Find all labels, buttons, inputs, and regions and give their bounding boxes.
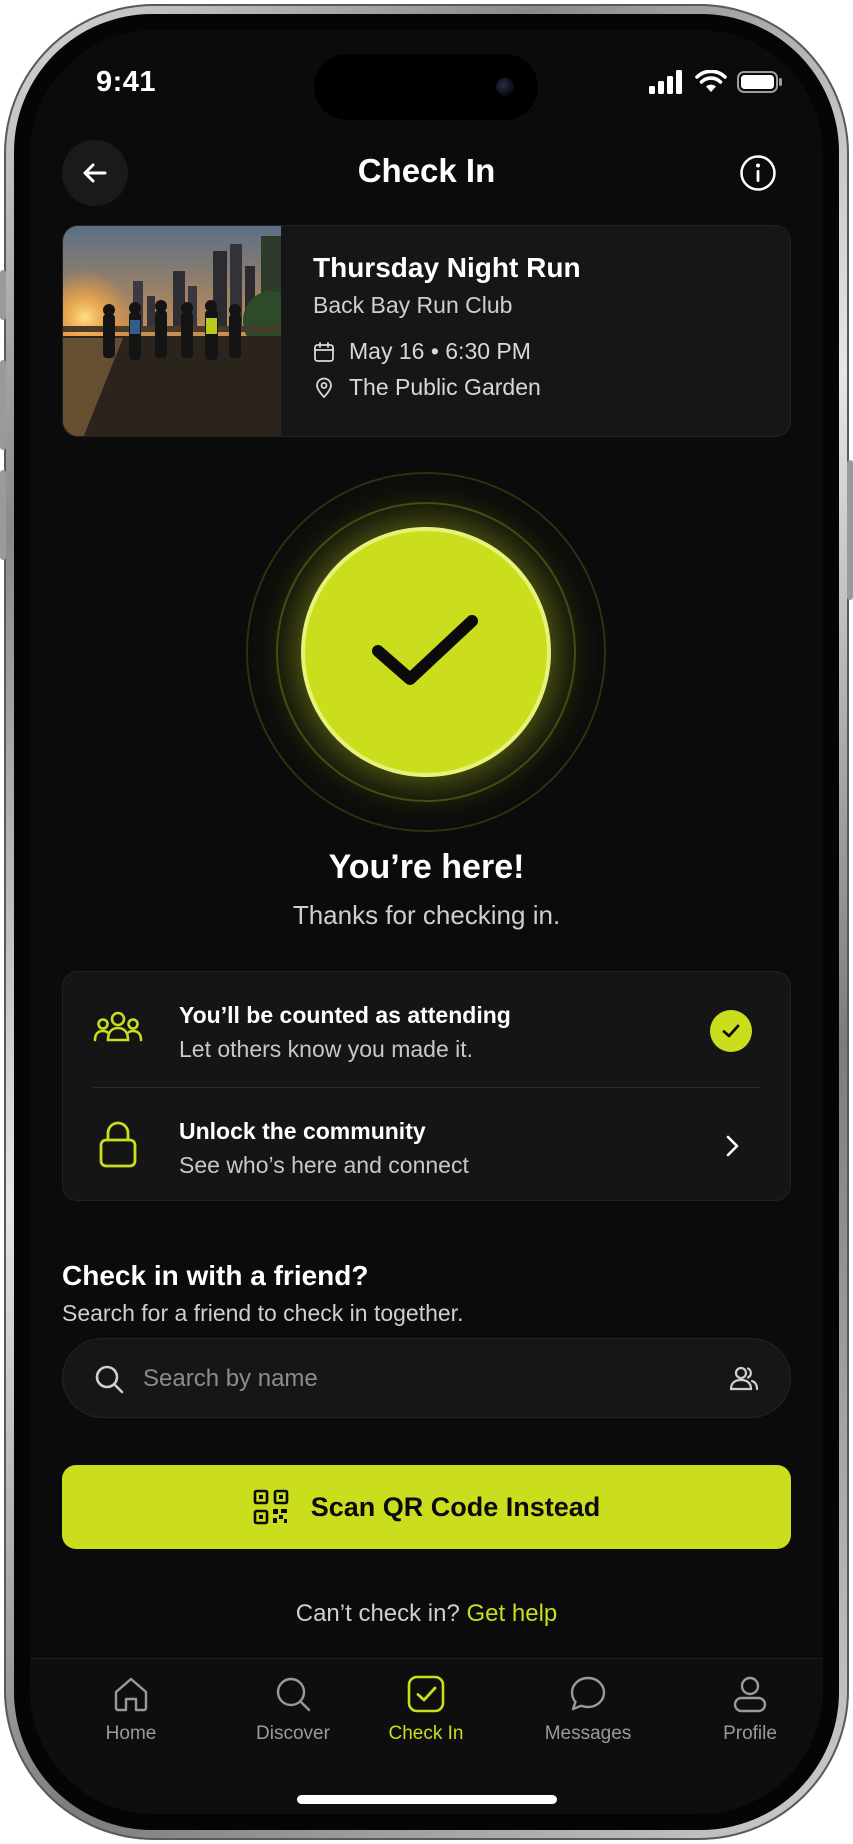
event-club: Back Bay Run Club bbox=[313, 292, 513, 318]
friend-search-box[interactable] bbox=[62, 1338, 791, 1418]
attending-description: Let others know you made it. bbox=[179, 1036, 474, 1062]
event-card[interactable]: Thursday Night Run Back Bay Run Club May… bbox=[62, 225, 791, 437]
info-icon bbox=[740, 155, 776, 191]
volume-down-button bbox=[0, 470, 6, 560]
lock-icon bbox=[91, 1118, 145, 1172]
unlock-community-row[interactable]: Unlock the community See who’s here and … bbox=[63, 1088, 792, 1202]
dynamic-island bbox=[314, 54, 538, 120]
check-square-icon bbox=[403, 1671, 449, 1717]
calendar-icon bbox=[314, 341, 334, 362]
event-date-time: May 16 • 6:30 PM bbox=[349, 338, 531, 364]
status-time: 9:41 bbox=[96, 66, 157, 98]
person-icon bbox=[727, 1671, 773, 1717]
wifi-icon bbox=[695, 70, 727, 92]
tab-messages[interactable]: Messages bbox=[513, 1671, 663, 1767]
success-check-circle bbox=[301, 527, 551, 777]
search-icon bbox=[270, 1671, 316, 1717]
check-badge-icon bbox=[710, 1010, 752, 1052]
battery-icon bbox=[737, 71, 782, 93]
friend-section-subtitle: Search for a friend to check in together… bbox=[62, 1300, 464, 1326]
attending-title: You’ll be counted as attending bbox=[179, 1002, 511, 1028]
attending-row: You’ll be counted as attending Let other… bbox=[63, 972, 792, 1086]
tab-messages-label: Messages bbox=[544, 1723, 632, 1744]
get-help-link[interactable]: Get help bbox=[467, 1600, 558, 1627]
info-button[interactable] bbox=[733, 148, 783, 198]
tab-profile-label: Profile bbox=[723, 1723, 777, 1744]
event-location: The Public Garden bbox=[349, 374, 541, 400]
screen: 9:41 Check In Thursday Night Run Back Ba… bbox=[30, 30, 823, 1814]
search-input[interactable] bbox=[143, 1355, 683, 1403]
event-location-row: The Public Garden bbox=[313, 374, 541, 401]
map-pin-icon bbox=[316, 377, 332, 398]
unlock-community-title: Unlock the community bbox=[179, 1118, 426, 1144]
scan-qr-button[interactable]: Scan QR Code Instead bbox=[62, 1465, 791, 1549]
action-button bbox=[0, 270, 6, 320]
tab-home-label: Home bbox=[105, 1723, 157, 1744]
tab-home[interactable]: Home bbox=[56, 1671, 206, 1767]
search-icon bbox=[89, 1359, 129, 1399]
friend-section-title: Check in with a friend? bbox=[62, 1260, 369, 1291]
scan-qr-label: Scan QR Code Instead bbox=[310, 1491, 601, 1522]
checkmark-icon bbox=[372, 615, 478, 685]
success-graphic bbox=[246, 472, 606, 832]
power-button bbox=[847, 460, 853, 600]
chat-icon bbox=[565, 1671, 611, 1717]
success-title: You’re here! bbox=[328, 848, 525, 886]
home-icon bbox=[108, 1671, 154, 1717]
help-line: Can’t check in? Get help bbox=[30, 1600, 823, 1628]
event-title: Thursday Night Run bbox=[313, 252, 581, 283]
help-prompt: Can’t check in? bbox=[295, 1600, 460, 1627]
event-photo bbox=[63, 226, 281, 436]
page-title: Check In bbox=[357, 152, 496, 189]
tab-check-in-label: Check In bbox=[388, 1723, 464, 1744]
camera-icon bbox=[496, 78, 514, 96]
chevron-right-icon bbox=[712, 1126, 752, 1166]
tab-discover[interactable]: Discover bbox=[218, 1671, 368, 1767]
group-icon bbox=[91, 1002, 145, 1056]
unlock-community-description: See who’s here and connect bbox=[179, 1152, 469, 1178]
status-icons bbox=[649, 70, 783, 94]
volume-up-button bbox=[0, 360, 6, 450]
success-subtitle: Thanks for checking in. bbox=[292, 900, 561, 930]
tab-bar: Home Discover Check In Messages Profile bbox=[30, 1658, 823, 1814]
qr-code-icon bbox=[253, 1489, 289, 1525]
tab-profile[interactable]: Profile bbox=[675, 1671, 823, 1767]
tab-check-in[interactable]: Check In bbox=[351, 1671, 501, 1767]
check-in-benefits-card: You’ll be counted as attending Let other… bbox=[62, 971, 791, 1201]
tab-discover-label: Discover bbox=[256, 1723, 330, 1744]
home-indicator[interactable] bbox=[297, 1795, 557, 1804]
event-date-row: May 16 • 6:30 PM bbox=[313, 338, 531, 365]
signal-icon bbox=[649, 70, 682, 94]
contacts-icon[interactable] bbox=[724, 1359, 764, 1399]
